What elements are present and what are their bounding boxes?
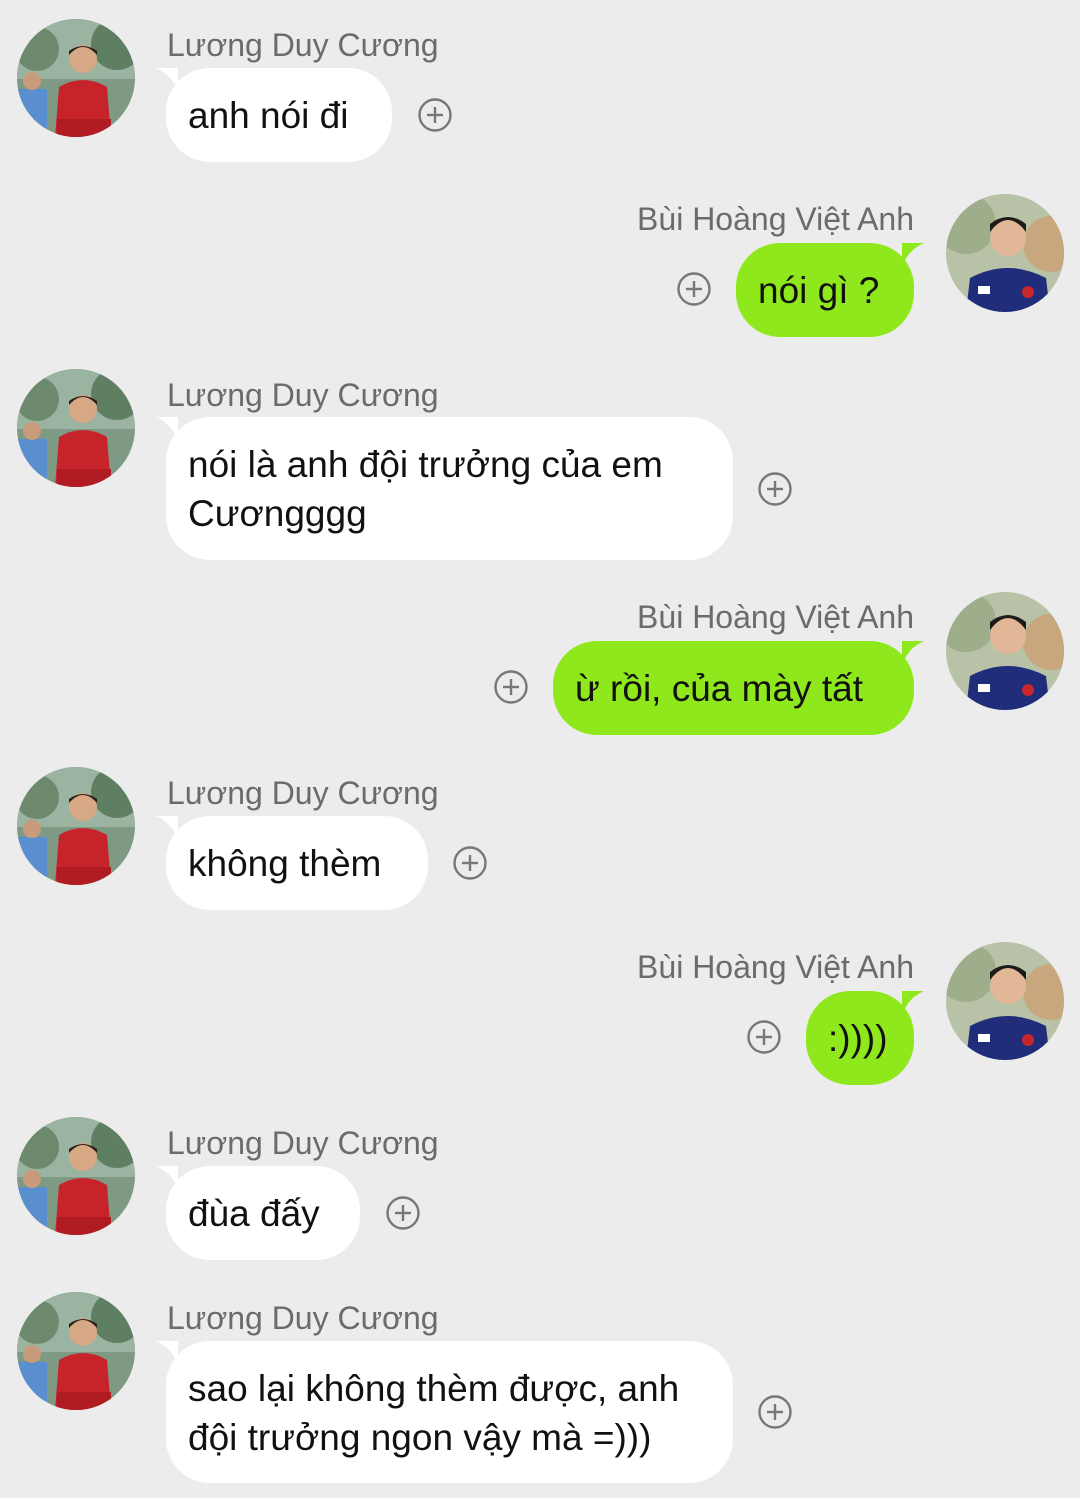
avatar[interactable] [946, 592, 1064, 710]
add-reaction-button[interactable] [676, 271, 712, 307]
sender-name: Lương Duy Cương [167, 27, 439, 63]
sender-name: Bùi Hoàng Việt Anh [637, 949, 914, 985]
bubble-tail [902, 641, 924, 667]
user-avatar-red-jersey-icon [17, 1292, 135, 1410]
add-reaction-icon [677, 272, 711, 306]
add-reaction-button[interactable] [746, 1019, 782, 1055]
message-bubble[interactable]: :)))) [806, 991, 924, 1085]
message-text: không thèm [188, 843, 382, 884]
user-avatar-blue-jersey-icon [946, 592, 1064, 710]
user-avatar-blue-jersey-icon [946, 942, 1064, 1060]
add-reaction-button[interactable] [452, 845, 488, 881]
avatar[interactable] [17, 767, 135, 885]
message-text: nói gì ? [758, 270, 880, 311]
sender-name: Lương Duy Cương [167, 1300, 439, 1336]
avatar[interactable] [17, 1117, 135, 1235]
bubble-tail [156, 417, 178, 443]
bubble-tail [156, 816, 178, 842]
avatar[interactable] [17, 19, 135, 137]
add-reaction-icon [386, 1196, 420, 1230]
message-bubble[interactable]: sao lại không thèm được, anh đội trưởng … [156, 1341, 733, 1483]
sender-name: Lương Duy Cương [167, 377, 439, 413]
add-reaction-icon [758, 472, 792, 506]
sender-name: Lương Duy Cương [167, 1125, 439, 1161]
user-avatar-red-jersey-icon [17, 1117, 135, 1235]
add-reaction-icon [747, 1020, 781, 1054]
add-reaction-icon [453, 846, 487, 880]
message-text: đùa đấy [188, 1193, 320, 1234]
user-avatar-red-jersey-icon [17, 369, 135, 487]
add-reaction-button[interactable] [417, 97, 453, 133]
add-reaction-icon [494, 670, 528, 704]
add-reaction-button[interactable] [757, 1394, 793, 1430]
add-reaction-button[interactable] [385, 1195, 421, 1231]
avatar[interactable] [946, 942, 1064, 1060]
add-reaction-button[interactable] [757, 471, 793, 507]
message-bubble[interactable]: anh nói đi [156, 68, 392, 162]
message-text: nói là anh đội trưởng của em Cươngggg [188, 444, 663, 534]
bubble-tail [156, 68, 178, 94]
user-avatar-red-jersey-icon [17, 19, 135, 137]
sender-name: Lương Duy Cương [167, 775, 439, 811]
message-bubble[interactable]: không thèm [156, 816, 428, 910]
sender-name: Bùi Hoàng Việt Anh [637, 201, 914, 237]
sender-name: Bùi Hoàng Việt Anh [637, 599, 914, 635]
avatar[interactable] [946, 194, 1064, 312]
add-reaction-button[interactable] [493, 669, 529, 705]
bubble-tail [902, 991, 924, 1017]
message-bubble[interactable]: nói là anh đội trưởng của em Cươngggg [156, 417, 733, 560]
message-bubble[interactable]: ừ rồi, của mày tất [553, 641, 924, 735]
user-avatar-blue-jersey-icon [946, 194, 1064, 312]
avatar[interactable] [17, 369, 135, 487]
message-text: ừ rồi, của mày tất [575, 668, 863, 709]
message-text: sao lại không thèm được, anh đội trưởng … [188, 1368, 680, 1458]
message-bubble[interactable]: nói gì ? [736, 243, 924, 337]
bubble-tail [902, 243, 924, 269]
message-text: anh nói đi [188, 95, 349, 136]
add-reaction-icon [418, 98, 452, 132]
message-bubble[interactable]: đùa đấy [156, 1166, 360, 1260]
bubble-tail [156, 1341, 178, 1367]
add-reaction-icon [758, 1395, 792, 1429]
bubble-tail [156, 1166, 178, 1192]
message-text: :)))) [828, 1018, 888, 1059]
avatar[interactable] [17, 1292, 135, 1410]
user-avatar-red-jersey-icon [17, 767, 135, 885]
